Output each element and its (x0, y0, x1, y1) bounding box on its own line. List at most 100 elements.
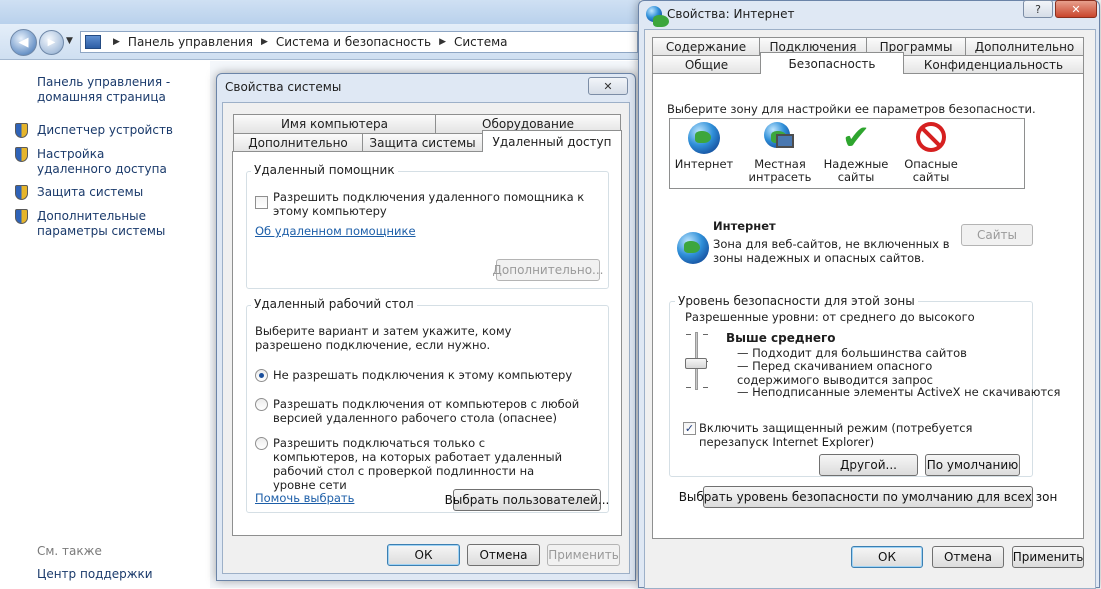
slider-tick (686, 334, 691, 335)
zone-restricted[interactable]: Опасные сайты (890, 122, 972, 184)
zone-trusted[interactable]: ✔ Надежные сайты (815, 118, 897, 184)
shield-icon (15, 185, 28, 200)
tab-content[interactable]: Содержание (652, 37, 760, 56)
system-properties-dialog: Свойства системы ✕ Имя компьютера Оборуд… (216, 73, 636, 581)
remote-tab-panel: Удаленный помощник Разрешить подключения… (232, 151, 622, 536)
close-icon: ✕ (603, 79, 613, 93)
level-bullet: — Подходит для большинства сайтов (737, 346, 967, 360)
select-users-button[interactable]: Выбрать пользователей... (445, 489, 609, 511)
breadcrumb-item[interactable]: Система и безопасность (276, 35, 431, 49)
protected-mode-checkbox[interactable]: ✓ (683, 422, 696, 435)
zone-internet[interactable]: Интернет (663, 122, 745, 171)
level-bullet: — Неподписанные элементы ActiveX не скач… (737, 385, 1061, 399)
close-button[interactable]: ✕ (1055, 0, 1097, 18)
security-slider-thumb[interactable] (685, 358, 707, 369)
radio-allow-any-version[interactable] (255, 398, 268, 411)
remote-desktop-intro: Выберите вариант и затем укажите, кому р… (255, 324, 512, 352)
apply-button[interactable]: Применить (547, 544, 620, 566)
ok-button[interactable]: ОК (387, 544, 460, 566)
protected-mode-label: Включить защищенный режим (потребуется п… (699, 421, 973, 449)
intranet-icon (764, 122, 796, 154)
restricted-icon (915, 122, 947, 154)
explorer-sidebar (0, 61, 210, 588)
reset-all-zones-button[interactable]: Выбрать уровень безопасности по умолчани… (679, 486, 1057, 508)
security-level-label: Уровень безопасности для этой зоны (675, 294, 918, 308)
security-tab-panel: Выберите зону для настройки ее параметро… (652, 73, 1084, 539)
allow-remote-assistance-label: Разрешить подключения удаленного помощни… (273, 190, 585, 218)
help-icon: ? (1035, 2, 1041, 16)
cancel-button[interactable]: Отмена (467, 544, 540, 566)
close-button[interactable]: ✕ (588, 77, 628, 95)
address-bar[interactable]: ▶ Панель управления ▶ Система и безопасн… (80, 31, 638, 53)
tab-system-protection[interactable]: Защита системы (362, 133, 483, 152)
sidebar-home-link[interactable]: Панель управления - домашняя страница (37, 75, 212, 105)
selected-zone-name: Интернет (713, 219, 776, 233)
internet-options-icon (646, 6, 662, 22)
close-icon: ✕ (1071, 2, 1081, 16)
sidebar-item-action-center[interactable]: Центр поддержки (37, 567, 153, 581)
remote-advanced-button[interactable]: Дополнительно... (493, 259, 603, 281)
selected-zone-description: Зона для веб-сайтов, не включенных в зон… (713, 237, 950, 265)
radio-allow-any-label: Разрешать подключения от компьютеров с л… (273, 397, 580, 425)
sidebar-item-advanced-settings[interactable]: Дополнительные параметры системы (37, 209, 207, 239)
shield-icon (15, 147, 28, 162)
shield-icon (15, 209, 28, 224)
internet-properties-dialog: Свойства: Интернет ? ✕ Содержание Подклю… (638, 0, 1100, 589)
dialog-title: Свойства системы (225, 80, 342, 94)
security-level-name: Выше среднего (726, 331, 836, 345)
default-level-button[interactable]: По умолчанию (925, 454, 1020, 476)
slider-tick (686, 387, 691, 388)
dialog-body: Содержание Подключения Программы Дополни… (644, 29, 1096, 589)
chevron-right-icon: ▶ (261, 37, 268, 47)
dialog-body: Имя компьютера Оборудование Дополнительн… (222, 102, 630, 574)
arrow-right-icon: ▶ (47, 37, 56, 48)
zone-label: Местная интрасеть (748, 157, 812, 184)
radio-allow-nla-label: Разрешить подключаться только с компьюте… (273, 436, 563, 492)
allowed-levels-text: Разрешенные уровни: от среднего до высок… (685, 310, 975, 324)
sites-button[interactable]: Сайты (961, 224, 1033, 246)
apply-button[interactable]: Применить (1012, 546, 1084, 568)
allow-remote-assistance-checkbox[interactable] (255, 196, 268, 209)
breadcrumb-item[interactable]: Панель управления (128, 35, 253, 49)
about-remote-assistance-link[interactable]: Об удаленном помощнике (255, 224, 416, 238)
chevron-right-icon: ▶ (113, 37, 120, 47)
remote-assistance-label: Удаленный помощник (251, 163, 398, 177)
radio-deny-connections[interactable] (255, 369, 268, 382)
forward-button[interactable]: ▶ (39, 30, 64, 55)
internet-globe-icon (688, 122, 720, 154)
ok-button[interactable]: ОК (851, 546, 923, 568)
sidebar-item-remote-settings[interactable]: Настройка удаленного доступа (37, 147, 172, 177)
zone-label: Опасные сайты (904, 157, 958, 184)
dialog-title: Свойства: Интернет (667, 7, 795, 21)
remote-desktop-label: Удаленный рабочий стол (251, 297, 417, 311)
zone-label: Интернет (674, 157, 734, 171)
slider-tick (703, 334, 708, 335)
shield-icon (15, 123, 28, 138)
arrow-left-icon: ◀ (18, 35, 29, 50)
level-bullet: — Перед скачиванием опасного содержимого… (737, 359, 933, 387)
control-panel-icon (85, 35, 101, 49)
see-also-heading: См. также (37, 544, 102, 558)
tab-advanced[interactable]: Дополнительно (965, 37, 1084, 56)
tab-computer-name[interactable]: Имя компьютера (233, 114, 436, 133)
chevron-right-icon: ▶ (439, 37, 446, 47)
trusted-check-icon: ✔ (841, 118, 871, 158)
help-button[interactable]: ? (1023, 0, 1053, 18)
zone-intranet[interactable]: Местная интрасеть (740, 122, 820, 184)
tab-general[interactable]: Общие (652, 55, 761, 74)
tab-security[interactable]: Безопасность (760, 52, 904, 74)
back-button[interactable]: ◀ (10, 29, 37, 56)
sidebar-item-system-protection[interactable]: Защита системы (37, 185, 207, 200)
sidebar-item-device-manager[interactable]: Диспетчер устройств (37, 123, 207, 138)
tab-advanced[interactable]: Дополнительно (233, 133, 363, 152)
custom-level-button[interactable]: Другой... (819, 454, 918, 476)
breadcrumb-item[interactable]: Система (454, 35, 508, 49)
tab-privacy[interactable]: Конфиденциальность (903, 55, 1084, 74)
selected-zone-globe-icon (677, 232, 709, 264)
history-dropdown-icon[interactable]: ▼ (66, 36, 73, 46)
tab-remote[interactable]: Удаленный доступ (482, 130, 622, 152)
cancel-button[interactable]: Отмена (932, 546, 1004, 568)
help-me-choose-link[interactable]: Помочь выбрать (255, 491, 354, 505)
radio-allow-nla-only[interactable] (255, 437, 268, 450)
explorer-titlebar (0, 0, 640, 24)
